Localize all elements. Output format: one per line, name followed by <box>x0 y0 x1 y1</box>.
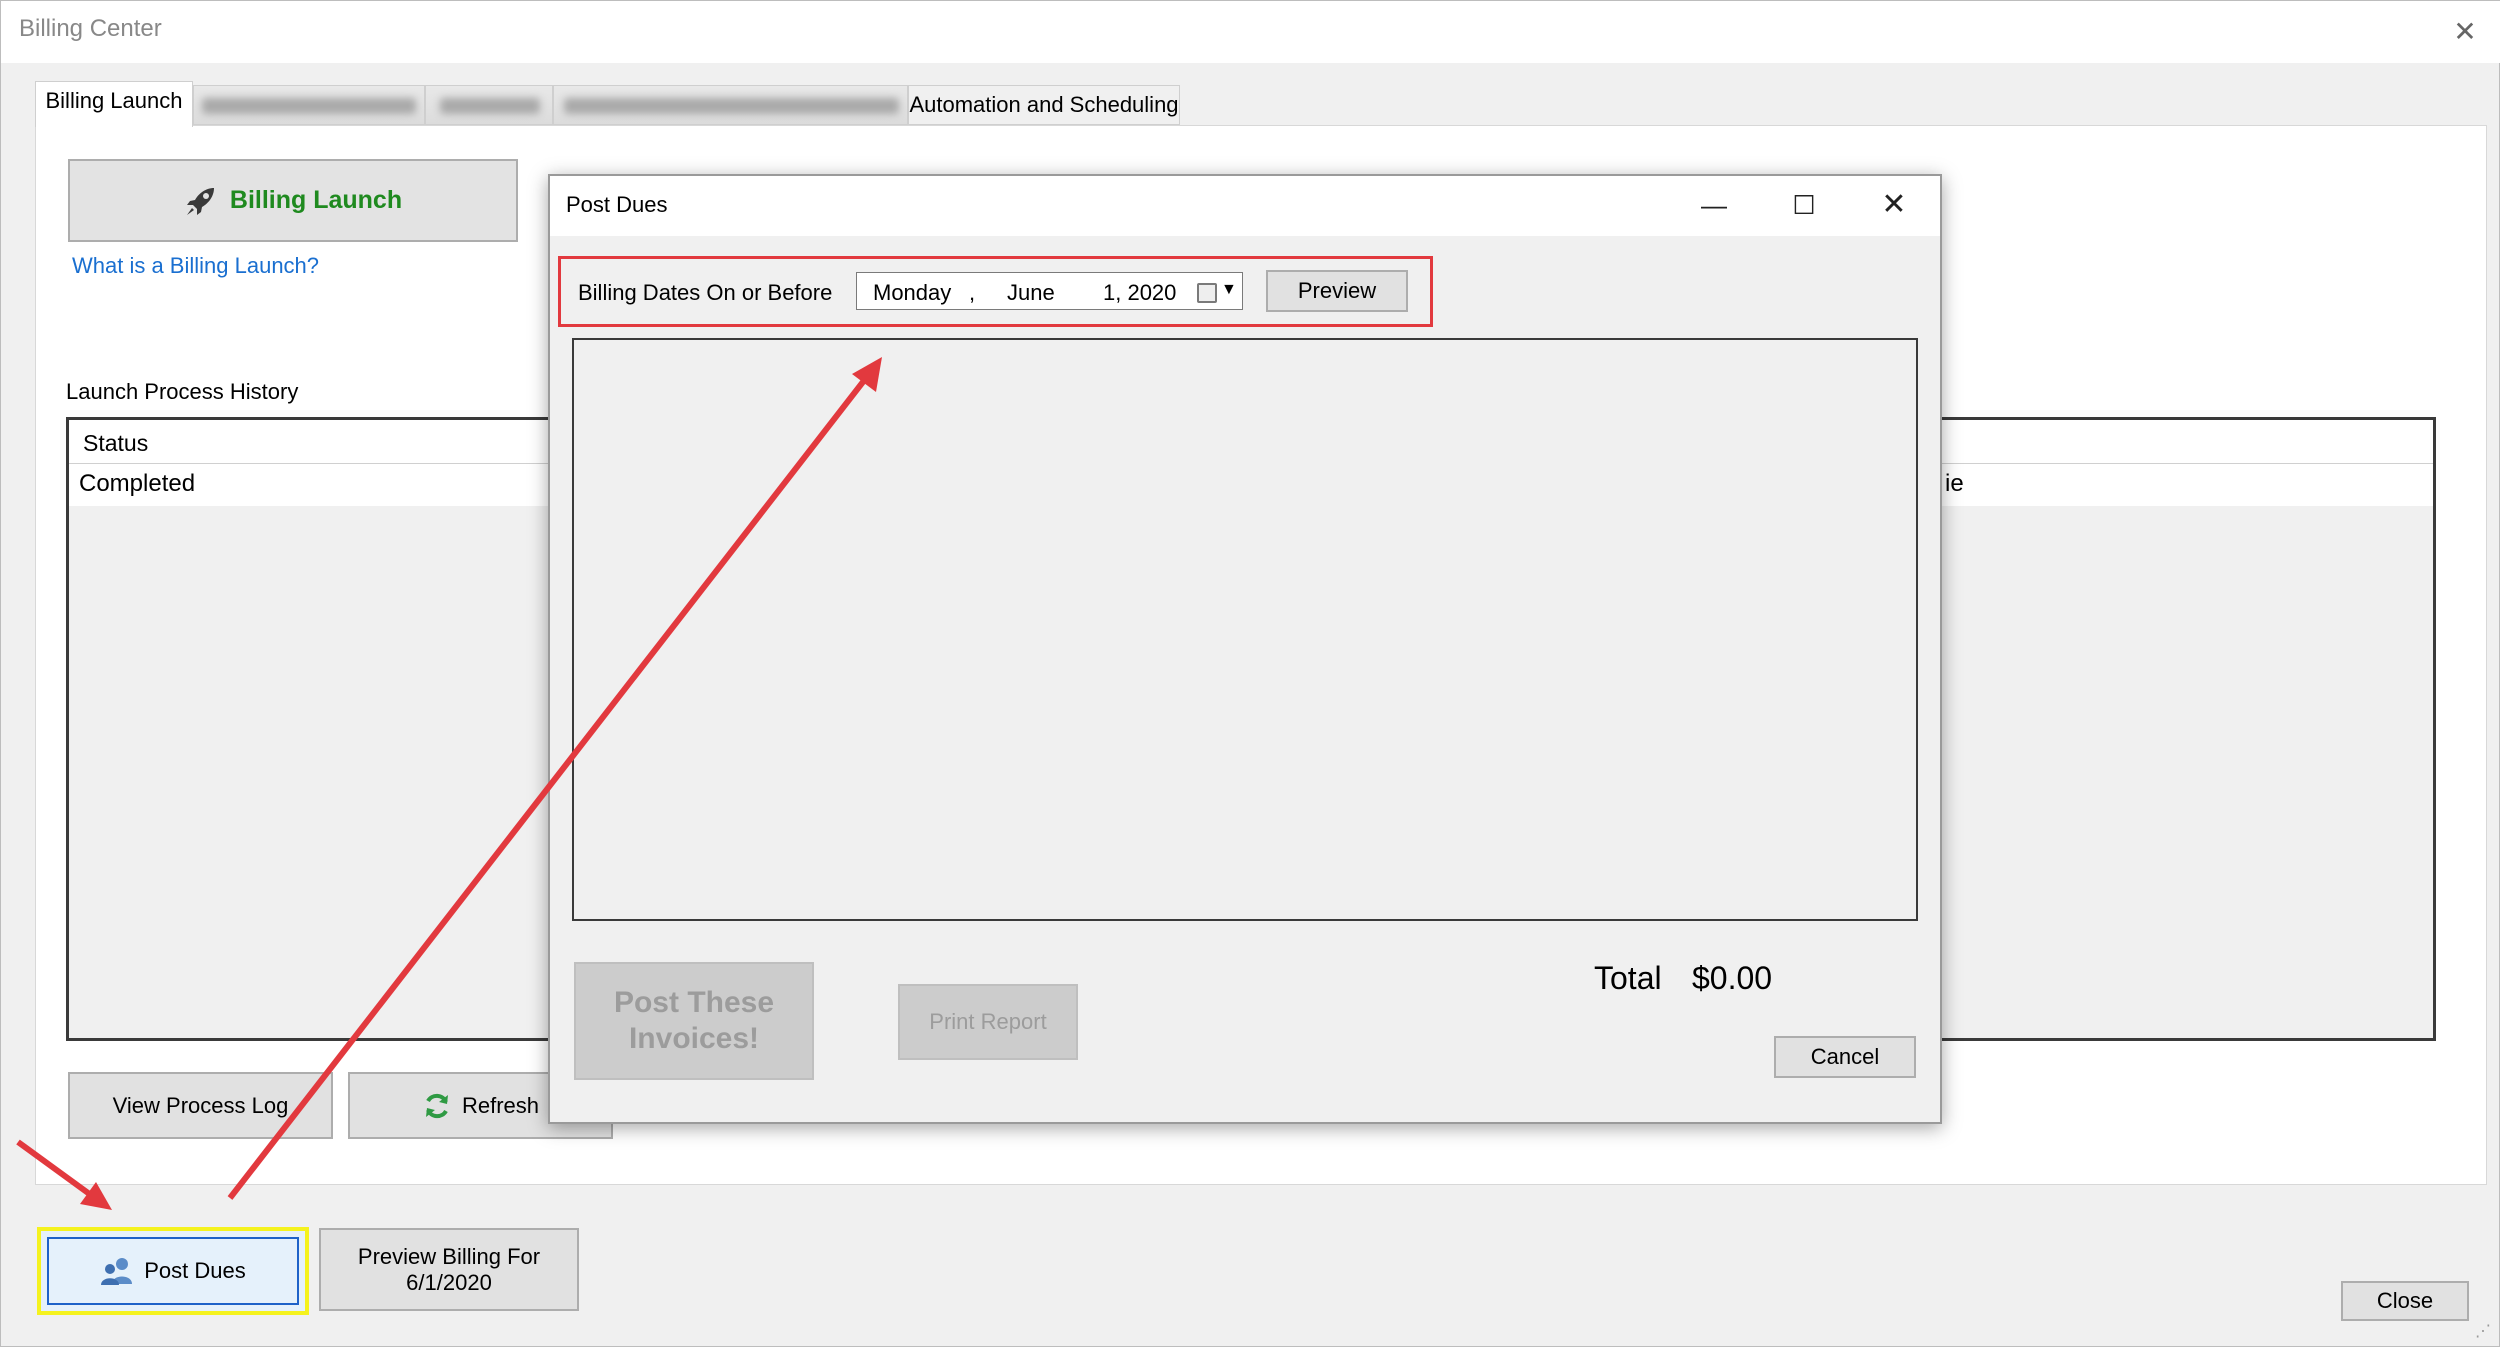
billing-launch-label: Billing Launch <box>229 186 403 214</box>
billing-launch-button[interactable]: Billing Launch <box>68 159 518 242</box>
preview-billing-line2: 6/1/2020 <box>406 1269 492 1295</box>
dialog-close-icon[interactable]: ✕ <box>1866 182 1922 228</box>
resize-grip-icon[interactable]: ⋰ <box>2475 1321 2491 1341</box>
title-bar: Billing Center ✕ <box>1 1 2500 63</box>
tab-redacted-1[interactable] <box>193 85 425 125</box>
close-button[interactable]: Close <box>2341 1281 2469 1321</box>
date-month[interactable]: June <box>1007 280 1055 306</box>
tab-automation-and-scheduling[interactable]: Automation and Scheduling <box>908 85 1180 125</box>
tab-billing-launch[interactable]: Billing Launch <box>35 81 193 127</box>
preview-billing-line1: Preview Billing For <box>357 1243 541 1269</box>
refresh-icon <box>425 1093 448 1118</box>
preview-label: Preview <box>1297 278 1377 303</box>
status-cell: Completed <box>79 470 196 497</box>
post-dues-button[interactable]: Post Dues <box>37 1227 309 1315</box>
column-header-status[interactable]: Status <box>83 430 148 457</box>
partial-cell: ie <box>1945 470 1964 497</box>
post-dues-label: Post Dues <box>144 1258 246 1283</box>
chevron-down-icon[interactable]: ▼ <box>1221 281 1237 299</box>
post-invoices-line2: Invoices! <box>628 1022 760 1055</box>
preview-button[interactable]: Preview <box>1266 270 1408 312</box>
billing-date-picker[interactable]: Monday , June 1, 2020 ▼ <box>856 272 1243 310</box>
invoice-preview-pane[interactable] <box>572 338 1918 921</box>
print-report-label: Print Report <box>929 1009 1047 1034</box>
billing-date-label: Billing Dates On or Before <box>578 280 833 305</box>
date-day-year[interactable]: 1, 2020 <box>1103 280 1176 306</box>
preview-billing-button[interactable]: Preview Billing For 6/1/2020 <box>319 1228 579 1311</box>
tab-redacted-2[interactable] <box>425 85 553 125</box>
dialog-title: Post Dues <box>566 192 668 217</box>
people-icon <box>101 1258 133 1285</box>
date-weekday[interactable]: Monday <box>873 280 951 306</box>
date-separator: , <box>969 280 976 305</box>
view-process-log-label: View Process Log <box>112 1092 289 1118</box>
total-value: $0.00 <box>1692 960 1773 996</box>
cancel-label: Cancel <box>1810 1044 1880 1069</box>
calendar-icon[interactable] <box>1197 283 1217 303</box>
view-process-log-button[interactable]: View Process Log <box>68 1072 333 1139</box>
cancel-button[interactable]: Cancel <box>1774 1036 1916 1078</box>
post-invoices-line1: Post These <box>613 986 775 1019</box>
tab-redacted-3[interactable] <box>553 85 908 125</box>
what-is-billing-launch-link[interactable]: What is a Billing Launch? <box>72 253 319 279</box>
post-invoices-button[interactable]: Post These Invoices! <box>574 962 814 1080</box>
post-dues-focus-frame: Post Dues <box>47 1237 299 1305</box>
window-title: Billing Center <box>19 15 162 42</box>
post-dues-dialog: Post Dues — ☐ ✕ Billing Dates On or Befo… <box>548 174 1942 1124</box>
refresh-label: Refresh <box>461 1092 540 1118</box>
close-label: Close <box>2376 1288 2434 1313</box>
dialog-title-bar: Post Dues — ☐ ✕ <box>550 176 1940 236</box>
launch-history-label: Launch Process History <box>66 379 299 404</box>
minimize-icon[interactable]: — <box>1686 182 1742 228</box>
maximize-icon[interactable]: ☐ <box>1776 182 1832 228</box>
total-label: Total <box>1594 960 1662 996</box>
rocket-icon <box>186 187 214 215</box>
window-close-icon[interactable]: ✕ <box>2444 11 2486 53</box>
print-report-button[interactable]: Print Report <box>898 984 1078 1060</box>
